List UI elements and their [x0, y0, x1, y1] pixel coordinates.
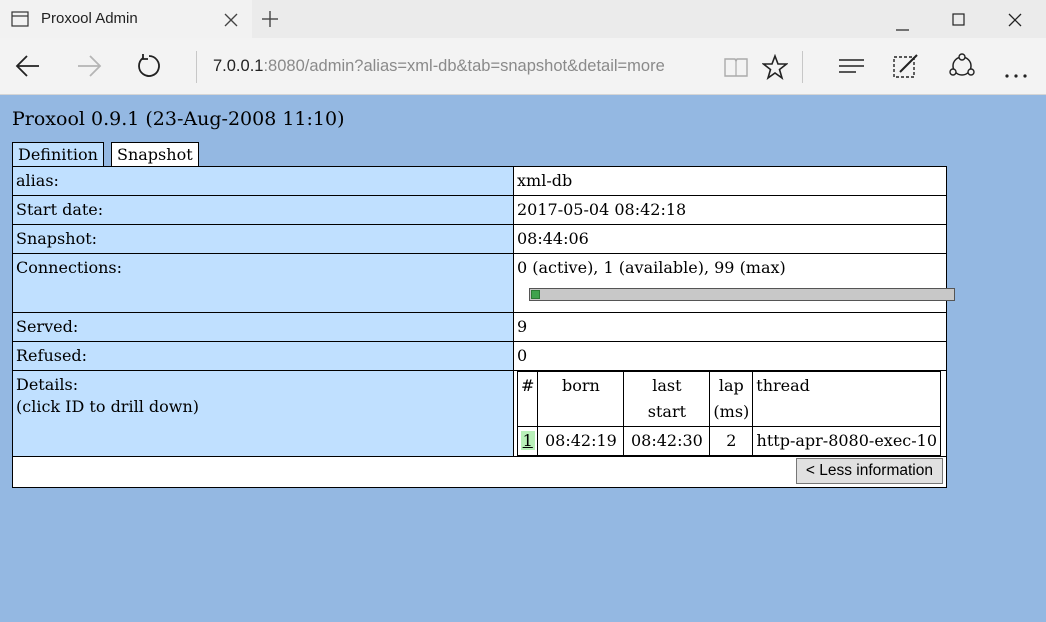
window-close-icon[interactable] — [1008, 12, 1022, 31]
connections-value: 0 (active), 1 (available), 99 (max) — [517, 258, 786, 277]
page-title: Proxool 0.9.1 (23-Aug-2008 11:10) — [12, 108, 345, 130]
table-row: Details: (click ID to drill down) # born… — [12, 370, 947, 457]
more-icon[interactable] — [1004, 64, 1030, 83]
table-row: < Less information — [12, 456, 947, 488]
details-sublabel: (click ID to drill down) — [16, 397, 200, 416]
snapshot-label: Snapshot: — [12, 224, 514, 254]
table-row: Connections: 0 (active), 1 (available), … — [12, 253, 955, 313]
separator — [802, 51, 803, 83]
col-born: born — [537, 371, 625, 427]
favorite-star-icon[interactable] — [761, 53, 789, 84]
table-row: Refused: 0 — [12, 341, 947, 371]
col-last-start: last start — [623, 371, 711, 427]
details-table: # born last start lap (ms) thread 1 08:42:… — [516, 371, 942, 456]
close-icon[interactable] — [224, 12, 238, 31]
alias-label: alias: — [12, 166, 514, 196]
page-content: Proxool 0.9.1 (23-Aug-2008 11:10) Defini… — [0, 96, 1046, 622]
web-note-icon[interactable] — [892, 52, 920, 84]
refused-value: 0 — [513, 341, 947, 371]
connections-label: Connections: — [12, 253, 514, 313]
detail-lap: 2 — [709, 426, 754, 456]
connections-bar-wrap — [517, 279, 955, 309]
col-lap-line1: lap — [718, 376, 744, 395]
browser-tab[interactable]: Proxool Admin — [0, 0, 252, 38]
details-label-cell: Details: (click ID to drill down) — [12, 370, 514, 457]
new-tab-icon[interactable] — [261, 10, 279, 32]
snapshot-table: alias: xml-db Start date: 2017-05-04 08:… — [12, 166, 955, 488]
connections-bar-fill — [531, 290, 540, 299]
alias-value: xml-db — [513, 166, 947, 196]
button-cell: < Less information — [12, 456, 947, 488]
detail-born: 08:42:19 — [537, 426, 625, 456]
connection-id-link[interactable]: 1 — [520, 431, 535, 450]
col-id: # — [516, 371, 539, 427]
start-date-label: Start date: — [12, 195, 514, 225]
navigation-bar: 7.0.0.1:8080/admin?alias=xml-db&tab=snap… — [0, 38, 1046, 95]
forward-icon[interactable] — [76, 54, 102, 82]
col-lap: lap (ms) — [709, 371, 754, 427]
tab-title: Proxool Admin — [41, 10, 138, 27]
url-host: 7.0.0.1 — [213, 57, 264, 75]
served-label: Served: — [12, 312, 514, 342]
col-thread: thread — [752, 371, 942, 427]
title-bar: Proxool Admin — [0, 0, 1046, 38]
detail-thread: http-apr-8080-exec-10 — [752, 426, 942, 456]
page-icon — [11, 11, 29, 31]
connections-cell: 0 (active), 1 (available), 99 (max) — [513, 253, 955, 313]
table-row: Start date: 2017-05-04 08:42:18 — [12, 195, 947, 225]
col-last-start-line2: start — [647, 402, 687, 421]
snapshot-value: 08:44:06 — [513, 224, 947, 254]
separator — [196, 51, 197, 83]
url-path: :8080/admin?alias=xml-db&tab=snapshot&de… — [263, 57, 665, 75]
table-row: alias: xml-db — [12, 166, 947, 196]
served-value: 9 — [513, 312, 947, 342]
start-date-value: 2017-05-04 08:42:18 — [513, 195, 947, 225]
address-field[interactable]: 7.0.0.1:8080/admin?alias=xml-db&tab=snap… — [213, 57, 665, 76]
connections-bar — [529, 288, 955, 301]
minimize-icon[interactable] — [896, 18, 910, 37]
table-row: Served: 9 — [12, 312, 947, 342]
maximize-icon[interactable] — [952, 12, 966, 31]
details-label: Details: — [16, 375, 79, 394]
back-icon[interactable] — [15, 54, 41, 82]
tab-definition[interactable]: Definition — [12, 142, 104, 167]
details-row: 1 08:42:19 08:42:30 2 http-apr-8080-exec… — [516, 426, 942, 456]
detail-last-start: 08:42:30 — [623, 426, 711, 456]
details-cell: # born last start lap (ms) thread 1 08:42:… — [513, 370, 947, 457]
detail-id-cell: 1 — [516, 426, 539, 456]
table-row: Snapshot: 08:44:06 — [12, 224, 947, 254]
reading-view-icon[interactable] — [723, 56, 749, 82]
share-icon[interactable] — [948, 53, 976, 83]
col-lap-line2: (ms) — [713, 402, 750, 421]
details-header-row: # born last start lap (ms) thread — [516, 371, 942, 427]
hub-icon[interactable] — [838, 57, 866, 81]
refresh-icon[interactable] — [136, 53, 162, 83]
col-last-start-line1: last — [652, 376, 682, 395]
refused-label: Refused: — [12, 341, 514, 371]
tab-snapshot[interactable]: Snapshot — [111, 142, 199, 167]
less-information-button[interactable]: < Less information — [795, 458, 943, 484]
